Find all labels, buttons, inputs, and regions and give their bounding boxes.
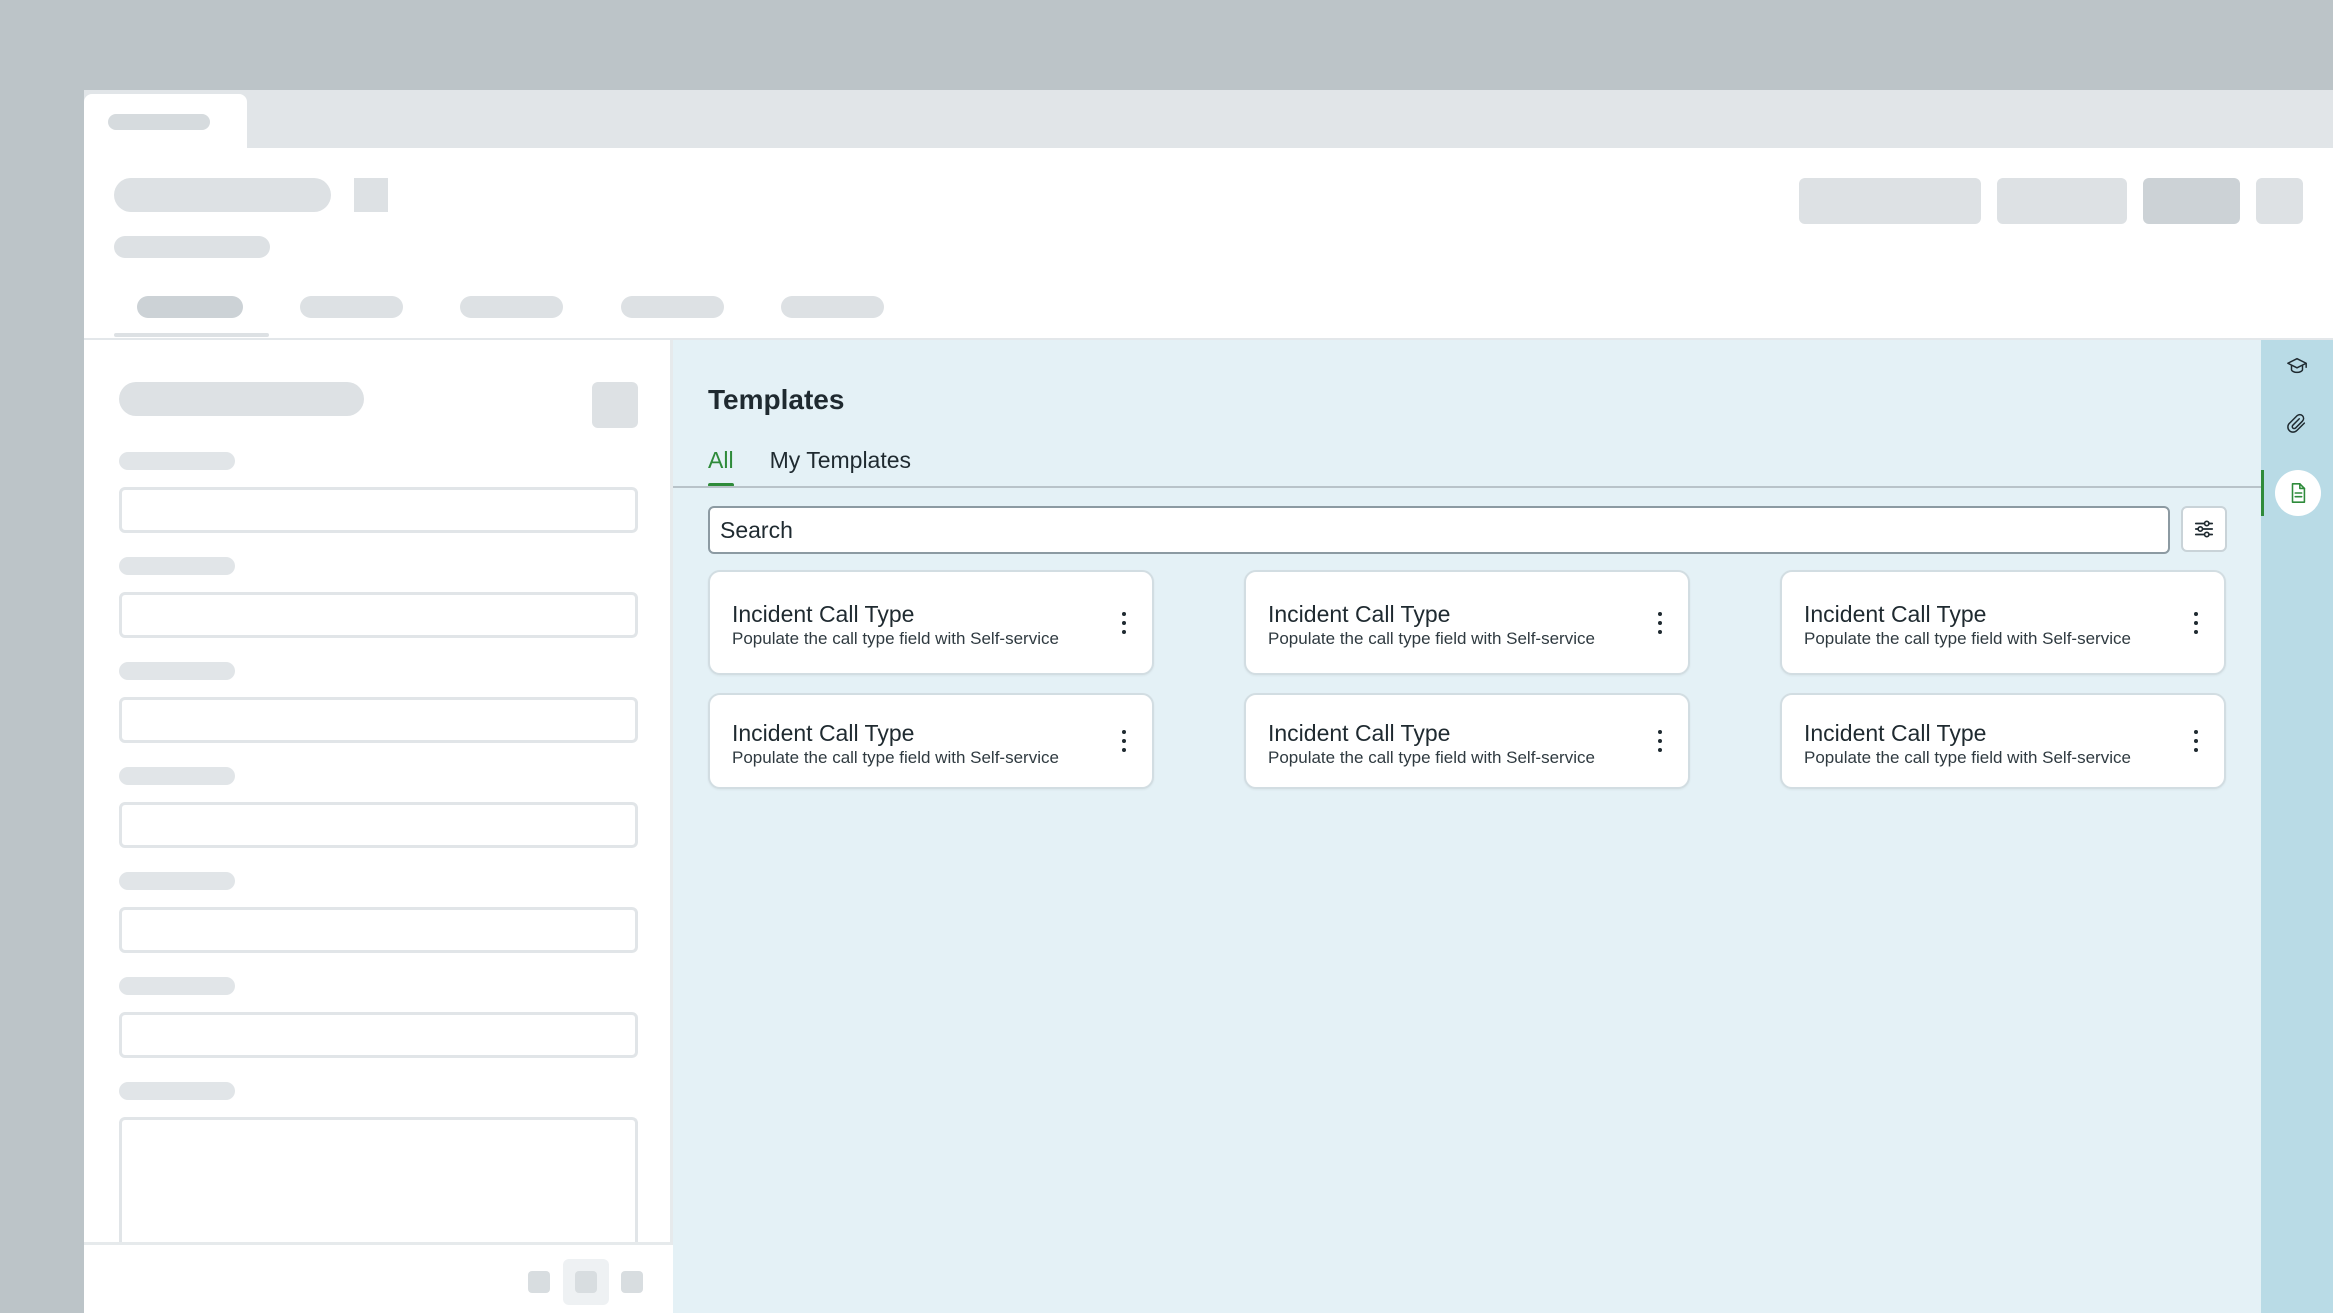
field-label-placeholder xyxy=(119,1082,235,1100)
form-field-5[interactable] xyxy=(119,907,638,953)
paperclip-icon[interactable] xyxy=(2279,406,2315,442)
field-label-placeholder xyxy=(119,557,235,575)
template-card[interactable]: Incident Call Type Populate the call typ… xyxy=(1780,693,2226,789)
tab-all[interactable]: All xyxy=(708,447,734,487)
subtab-2-placeholder[interactable] xyxy=(300,296,403,318)
form-field-2[interactable] xyxy=(119,592,638,638)
sliders-icon xyxy=(2194,520,2214,538)
card-title: Incident Call Type xyxy=(732,601,915,627)
field-label-placeholder xyxy=(119,977,235,995)
tab-strip xyxy=(84,90,2333,148)
footer-icon-2[interactable] xyxy=(575,1271,597,1293)
card-description: Populate the call type field with Self-s… xyxy=(1268,748,1595,767)
tabs-divider xyxy=(673,486,2261,488)
template-card[interactable]: Incident Call Type Populate the call typ… xyxy=(1780,570,2226,675)
template-card[interactable]: Incident Call Type Populate the call typ… xyxy=(708,570,1154,675)
card-description: Populate the call type field with Self-s… xyxy=(1804,629,2131,648)
template-card[interactable]: Incident Call Type Populate the call typ… xyxy=(1244,693,1690,789)
card-description: Populate the call type field with Self-s… xyxy=(732,629,1059,648)
field-label-placeholder xyxy=(119,767,235,785)
page-title-placeholder xyxy=(114,178,331,212)
card-title: Incident Call Type xyxy=(1268,601,1451,627)
card-title: Incident Call Type xyxy=(1804,720,1987,746)
header-button-1[interactable] xyxy=(1799,178,1981,224)
field-label-placeholder xyxy=(119,872,235,890)
form-field-4[interactable] xyxy=(119,802,638,848)
subtab-4-placeholder[interactable] xyxy=(621,296,724,318)
more-options-icon[interactable] xyxy=(2190,730,2202,752)
filter-button[interactable] xyxy=(2181,506,2227,552)
card-description: Populate the call type field with Self-s… xyxy=(1268,629,1595,648)
form-footer xyxy=(84,1242,673,1313)
right-rail xyxy=(2261,340,2333,1313)
tab-title-placeholder xyxy=(108,114,210,130)
subtab-5-placeholder[interactable] xyxy=(781,296,884,318)
search-input[interactable] xyxy=(708,506,2170,554)
header-button-2[interactable] xyxy=(1997,178,2127,224)
templates-title: Templates xyxy=(708,384,845,415)
template-cards: Incident Call Type Populate the call typ… xyxy=(708,570,2227,789)
template-card[interactable]: Incident Call Type Populate the call typ… xyxy=(708,693,1154,789)
subtab-underline xyxy=(114,333,269,337)
active-rail-marker xyxy=(2261,470,2264,516)
form-panel xyxy=(84,340,673,1313)
form-textarea[interactable] xyxy=(119,1117,638,1257)
card-description: Populate the call type field with Self-s… xyxy=(732,748,1059,767)
card-title: Incident Call Type xyxy=(1804,601,1987,627)
field-label-placeholder xyxy=(119,662,235,680)
card-description: Populate the call type field with Self-s… xyxy=(1804,748,2131,767)
card-title: Incident Call Type xyxy=(732,720,915,746)
templates-tabs: All My Templates xyxy=(708,447,911,487)
header-button-more[interactable] xyxy=(2256,178,2303,224)
more-options-icon[interactable] xyxy=(1654,611,1666,634)
subtab-3-placeholder[interactable] xyxy=(460,296,563,318)
tab-my-templates[interactable]: My Templates xyxy=(770,447,911,487)
graduation-cap-icon[interactable] xyxy=(2279,348,2315,384)
template-card[interactable]: Incident Call Type Populate the call typ… xyxy=(1244,570,1690,675)
form-field-3[interactable] xyxy=(119,697,638,743)
title-action-placeholder[interactable] xyxy=(354,178,388,212)
document-icon[interactable] xyxy=(2275,470,2321,516)
more-options-icon[interactable] xyxy=(2190,611,2202,634)
active-tab[interactable] xyxy=(84,94,247,148)
field-label-placeholder xyxy=(119,452,235,470)
subtab-1-placeholder[interactable] xyxy=(137,296,243,318)
page-subtitle-placeholder xyxy=(114,236,270,258)
templates-panel: Templates All My Templates Incident Call… xyxy=(673,340,2261,1313)
more-options-icon[interactable] xyxy=(1118,611,1130,634)
more-options-icon[interactable] xyxy=(1654,730,1666,752)
card-title: Incident Call Type xyxy=(1268,720,1451,746)
footer-icon-1[interactable] xyxy=(528,1271,550,1293)
form-field-1[interactable] xyxy=(119,487,638,533)
form-action-placeholder[interactable] xyxy=(592,382,638,428)
footer-icon-3[interactable] xyxy=(621,1271,643,1293)
app-window: Templates All My Templates Incident Call… xyxy=(84,90,2333,1313)
more-options-icon[interactable] xyxy=(1118,730,1130,752)
header-button-primary[interactable] xyxy=(2143,178,2240,224)
form-title-placeholder xyxy=(119,382,364,416)
form-field-6[interactable] xyxy=(119,1012,638,1058)
